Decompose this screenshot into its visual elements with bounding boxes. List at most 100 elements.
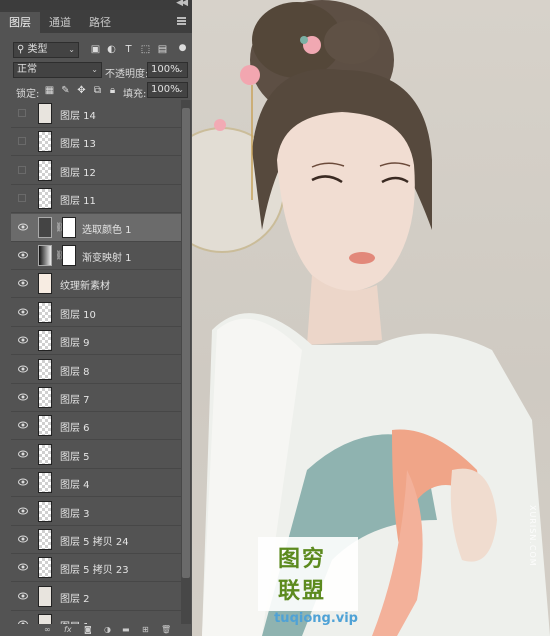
layer-row[interactable]: 图层 9 — [11, 327, 181, 356]
eye-icon[interactable] — [18, 563, 28, 571]
layer-thumbnail[interactable] — [38, 245, 52, 266]
eye-icon[interactable] — [18, 393, 28, 401]
filter-type-icon[interactable]: T — [123, 44, 134, 55]
visibility-toggle[interactable] — [18, 109, 26, 117]
tab-layers[interactable]: 图层 — [0, 12, 40, 33]
layer-thumbnail[interactable] — [38, 330, 52, 352]
layer-thumbnail[interactable] — [38, 472, 52, 494]
layer-name: 图层 2 — [60, 593, 90, 605]
layer-mask-thumbnail[interactable] — [62, 216, 76, 238]
layer-thumbnail[interactable] — [38, 216, 52, 238]
layer-row[interactable]: 图层 2 — [11, 583, 181, 611]
layer-thumbnail[interactable] — [38, 585, 52, 607]
opacity-field[interactable]: 100% ⌄ — [147, 62, 188, 78]
layer-thumbnail[interactable] — [38, 358, 52, 380]
panel-collapse-bar[interactable]: ◀◀ — [0, 0, 192, 10]
layer-name: 图层 5 拷贝 23 — [60, 565, 129, 577]
filter-shape-icon[interactable]: ⬚ — [140, 44, 151, 55]
layer-name: 图层 9 — [60, 338, 90, 350]
layer-name: 图层 12 — [60, 167, 96, 179]
eye-icon[interactable] — [18, 336, 28, 344]
eye-icon[interactable] — [18, 421, 28, 429]
lock-all-icon[interactable]: 🔒︎ — [107, 85, 118, 96]
layer-thumbnail[interactable] — [38, 103, 52, 124]
layer-row[interactable]: ⛓︎ 选取颜色 1 — [11, 213, 181, 242]
blend-mode-select[interactable]: 正常 ⌄ — [13, 62, 102, 78]
lock-position-icon[interactable]: ✥ — [76, 85, 87, 96]
layer-thumbnail[interactable] — [38, 131, 52, 153]
layer-row[interactable]: 图层 14 — [11, 100, 181, 128]
add-mask-icon[interactable]: ◙ — [84, 625, 92, 634]
layer-filter-select[interactable]: ⚲ 类型 ⌄ — [13, 42, 79, 58]
layer-row[interactable]: 图层 4 — [11, 469, 181, 498]
eye-icon[interactable] — [18, 365, 28, 373]
eye-icon[interactable] — [18, 507, 28, 515]
visibility-toggle[interactable] — [18, 165, 26, 174]
layer-row[interactable]: 图层 10 — [11, 299, 181, 327]
eye-icon[interactable] — [18, 535, 28, 543]
eye-icon[interactable] — [18, 478, 28, 486]
layer-name: 图层 5 — [60, 451, 90, 463]
layer-row[interactable]: 图层 5 — [11, 441, 181, 469]
layer-name: 图层 6 — [60, 423, 90, 435]
layer-row[interactable]: 纹理新素材 — [11, 270, 181, 299]
layer-name: 图层 13 — [60, 139, 96, 151]
new-group-icon[interactable]: ▬ — [122, 625, 130, 634]
lock-artboard-icon[interactable]: ⧉ — [92, 85, 103, 96]
layer-list-scrollbar[interactable] — [181, 100, 191, 624]
layer-row[interactable]: 图层 7 — [11, 384, 181, 412]
layer-row[interactable]: 图层 12 — [11, 157, 181, 185]
layer-thumbnail[interactable] — [38, 529, 52, 550]
visibility-toggle[interactable] — [18, 194, 26, 203]
layer-thumbnail[interactable] — [38, 159, 52, 181]
layer-row[interactable]: 图层 5 拷贝 24 — [11, 526, 181, 554]
opacity-value: 100% — [151, 64, 180, 75]
eye-icon[interactable] — [18, 450, 28, 458]
eye-icon[interactable] — [18, 251, 28, 259]
lock-image-icon[interactable]: ✎ — [60, 85, 71, 96]
tab-channels[interactable]: 通道 — [40, 12, 80, 33]
layer-row[interactable]: ⛓︎ 渐变映射 1 — [11, 242, 181, 270]
layer-row[interactable]: 图层 1 — [11, 611, 181, 624]
delete-layer-icon[interactable]: 🗑︎ — [161, 625, 171, 634]
layer-thumbnail[interactable] — [38, 443, 52, 465]
layer-thumbnail[interactable] — [38, 301, 52, 323]
filter-kind-label: 类型 — [27, 44, 48, 55]
chevron-down-icon: ⌄ — [91, 65, 98, 74]
collapse-arrows-icon[interactable]: ◀◀ — [176, 0, 188, 8]
layer-thumbnail[interactable] — [38, 273, 52, 295]
eye-icon[interactable] — [18, 592, 28, 600]
new-layer-icon[interactable]: ⊞ — [142, 625, 149, 634]
layer-thumbnail[interactable] — [38, 188, 52, 210]
tab-paths[interactable]: 路径 — [80, 12, 120, 33]
fx-icon[interactable]: fx — [64, 625, 72, 634]
eye-icon[interactable] — [18, 279, 28, 287]
layer-row[interactable]: 图层 13 — [11, 128, 181, 157]
fill-field[interactable]: 100% ⌄ — [147, 82, 188, 98]
layer-row[interactable]: 图层 6 — [11, 412, 181, 441]
eye-icon[interactable] — [18, 223, 28, 231]
document-canvas[interactable]: XURISN.COM — [192, 0, 550, 636]
layer-row[interactable]: 图层 5 拷贝 23 — [11, 554, 181, 583]
panel-menu-icon[interactable] — [177, 17, 186, 25]
layer-thumbnail[interactable] — [38, 415, 52, 437]
filter-toggle-icon[interactable]: ● — [177, 43, 188, 54]
layer-thumbnail[interactable] — [38, 557, 52, 579]
filter-adjustment-icon[interactable]: ◐ — [106, 44, 117, 55]
layer-name: 图层 7 — [60, 395, 90, 406]
layer-row[interactable]: 图层 11 — [11, 185, 181, 214]
layer-mask-thumbnail[interactable] — [62, 245, 76, 266]
layer-thumbnail[interactable] — [38, 387, 52, 408]
link-layers-icon[interactable]: ∞ — [44, 625, 51, 634]
layer-thumbnail[interactable] — [38, 614, 52, 624]
new-adjustment-icon[interactable]: ◑ — [104, 625, 111, 634]
layer-thumbnail[interactable] — [38, 500, 52, 522]
layer-row[interactable]: 图层 8 — [11, 356, 181, 384]
scrollbar-thumb[interactable] — [182, 108, 190, 578]
visibility-toggle[interactable] — [18, 137, 26, 146]
eye-icon[interactable] — [18, 308, 28, 316]
filter-smartobject-icon[interactable]: ▤ — [157, 44, 168, 55]
lock-transparent-icon[interactable]: ▦ — [44, 85, 55, 96]
filter-pixel-icon[interactable]: ▣ — [90, 44, 101, 55]
layer-row[interactable]: 图层 3 — [11, 498, 181, 526]
